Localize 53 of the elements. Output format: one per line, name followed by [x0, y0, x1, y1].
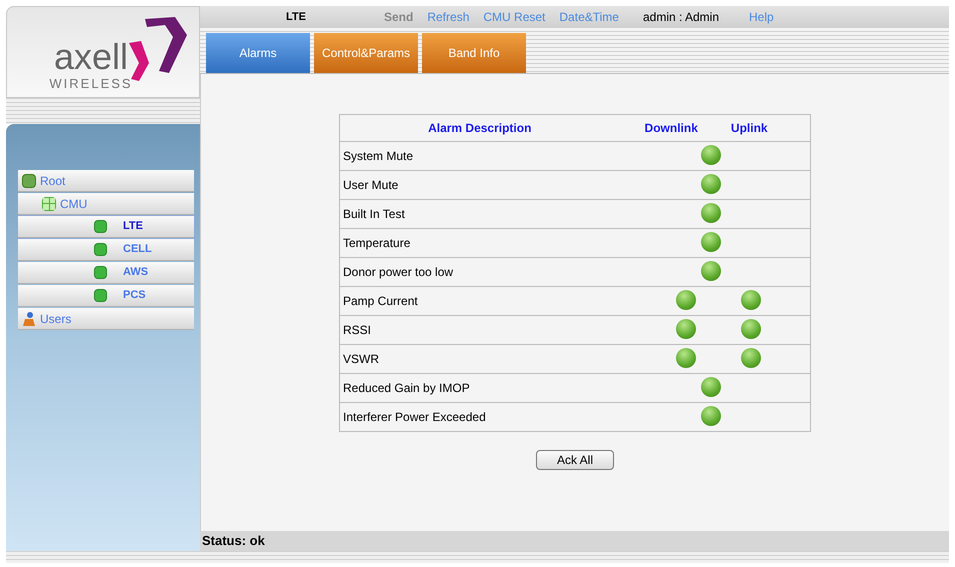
status-led-icon — [676, 290, 696, 310]
tree-item[interactable]: Users — [18, 308, 194, 330]
table-cell: Pamp Current — [340, 286, 620, 316]
tree-item[interactable]: CELL — [18, 239, 194, 261]
column-header: Alarm Description — [340, 114, 620, 142]
column-header: Uplink — [722, 114, 810, 142]
table-cell: Interferer Power Exceeded — [340, 402, 620, 432]
status-led-icon — [700, 377, 720, 397]
column-header: Downlink — [620, 114, 723, 142]
status-led-icon — [700, 174, 720, 194]
status-led-icon — [676, 348, 696, 368]
table-cell: Donor power too low — [340, 258, 620, 286]
status-led-icon — [700, 261, 720, 281]
status-led-icon — [700, 406, 720, 426]
tree-item[interactable]: AWS — [18, 262, 194, 284]
tab[interactable]: Alarms — [206, 33, 310, 73]
folder-icon — [22, 174, 36, 188]
table-cell: User Mute — [340, 170, 620, 200]
status-led-icon — [700, 145, 720, 165]
user-icon — [22, 310, 36, 326]
top-link[interactable]: CMU Reset — [483, 8, 546, 26]
logo-name: axell — [54, 40, 128, 74]
status-led-icon — [700, 232, 720, 252]
module-icon — [94, 243, 107, 256]
tree-item[interactable]: PCS — [18, 285, 194, 307]
status-led-icon — [740, 319, 761, 339]
module-icon — [94, 266, 107, 279]
table-cell: Built In Test — [340, 200, 620, 228]
table-cell: RSSI — [340, 316, 620, 344]
top-link[interactable]: Date&Time — [559, 8, 619, 26]
module-icon — [94, 220, 107, 233]
tree-item[interactable]: Root — [18, 170, 194, 192]
table-cell: Temperature — [340, 228, 620, 258]
tab[interactable]: Control&Params — [314, 33, 418, 73]
user-label: admin : Admin — [642, 9, 720, 26]
top-link[interactable]: Refresh — [427, 8, 470, 26]
ack-all-button[interactable]: Ack All — [536, 450, 614, 470]
table-cell: System Mute — [340, 142, 620, 170]
status-led-icon — [700, 203, 720, 223]
device-label: LTE — [286, 10, 307, 25]
table-cell: VSWR — [340, 344, 620, 374]
module-icon — [94, 289, 107, 302]
grid-icon — [42, 196, 56, 210]
status-led-icon — [676, 319, 696, 339]
status-led-icon — [740, 290, 761, 310]
help-link[interactable]: Help — [749, 8, 774, 26]
tree-item[interactable]: CMU — [18, 193, 194, 215]
tab[interactable]: Band Info — [422, 33, 526, 73]
tree-item[interactable]: LTE — [18, 216, 194, 238]
status-text: Status: ok — [202, 532, 265, 550]
status-led-icon — [740, 348, 761, 368]
logo-tagline: WIRELESS — [49, 74, 133, 92]
table-cell: Reduced Gain by IMOP — [340, 374, 620, 402]
